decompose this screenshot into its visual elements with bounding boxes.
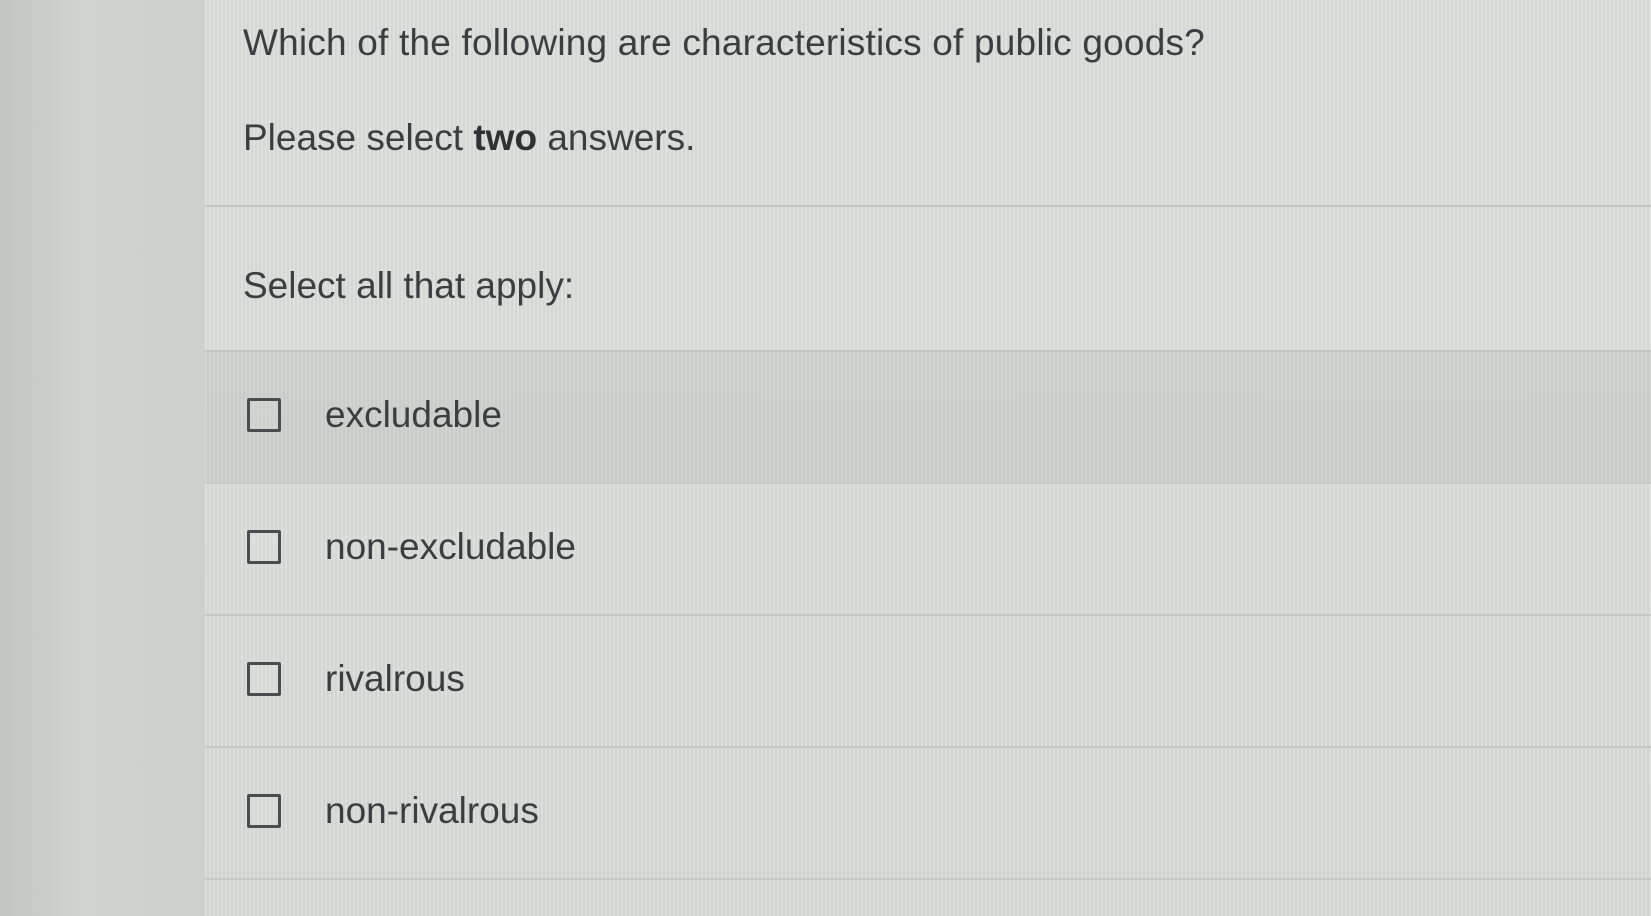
checkbox-excludable[interactable] xyxy=(247,398,281,432)
option-label: non-excludable xyxy=(325,526,576,567)
left-margin xyxy=(0,0,205,916)
question-header: Which of the following are characteristi… xyxy=(205,0,1651,207)
checkbox-non-rivalrous[interactable] xyxy=(247,794,281,828)
option-non-rivalrous[interactable]: non-rivalrous xyxy=(205,748,1651,880)
question-panel: Which of the following are characteristi… xyxy=(205,0,1651,916)
screen: Which of the following are characteristi… xyxy=(0,0,1651,916)
option-non-excludable[interactable]: non-excludable xyxy=(205,484,1651,616)
option-label: excludable xyxy=(325,394,502,435)
instruction-text: Please select two answers. xyxy=(243,117,695,159)
checkbox-rivalrous[interactable] xyxy=(247,662,281,696)
instruction-count: two xyxy=(473,117,538,158)
instruction-suffix: answers. xyxy=(537,117,696,158)
option-label: non-rivalrous xyxy=(325,790,539,831)
answer-options: excludable non-excludable rivalrous non-… xyxy=(205,352,1651,880)
instruction-prefix: Please select xyxy=(243,117,474,158)
option-rivalrous[interactable]: rivalrous xyxy=(205,616,1651,748)
question-text: Which of the following are characteristi… xyxy=(243,22,1205,63)
select-all-label: Select all that apply: xyxy=(243,265,575,306)
option-label: rivalrous xyxy=(325,658,465,699)
checkbox-non-excludable[interactable] xyxy=(247,530,281,564)
select-all-header: Select all that apply: xyxy=(205,207,1651,352)
option-excludable[interactable]: excludable xyxy=(205,352,1651,484)
